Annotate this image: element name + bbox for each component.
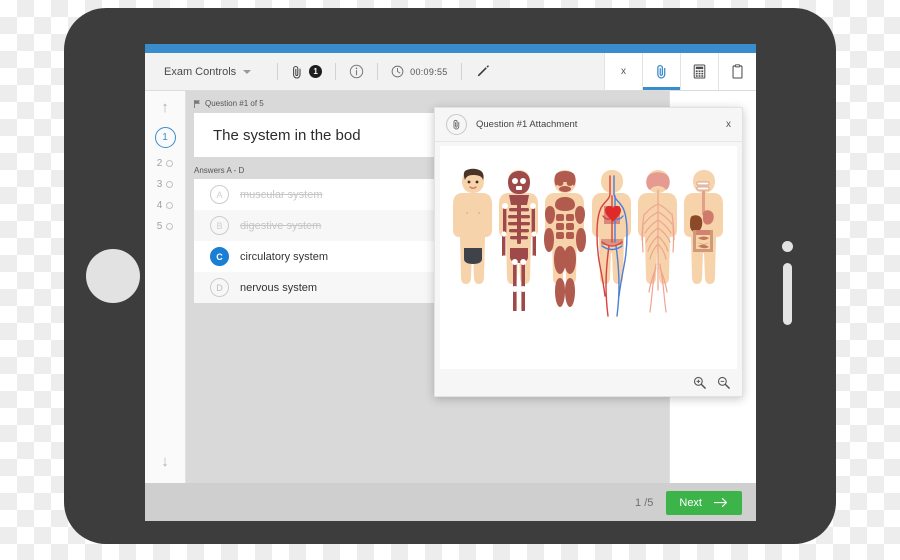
scroll-up-arrow[interactable]: ↑: [161, 100, 169, 115]
answer-bubble: B: [210, 216, 229, 235]
sidebar-item-question-5[interactable]: 5: [157, 221, 174, 232]
pencil-icon: [477, 65, 489, 77]
question-status-dot: [166, 160, 174, 167]
answer-bubble: C: [210, 247, 229, 266]
paperclip-icon-badge: [446, 114, 467, 135]
sidebar-item-question-1[interactable]: 1: [154, 127, 176, 148]
question-status-dot: [166, 202, 174, 209]
sidebar-item-question-2[interactable]: 2: [157, 158, 174, 169]
question-number-label: 5: [156, 221, 163, 232]
question-navigation-rail: ↑ 1 2 3 4 5 ↓: [145, 91, 186, 483]
attachment-indicator[interactable]: 1: [278, 65, 335, 79]
zoom-in-icon[interactable]: [693, 376, 706, 389]
question-number-list: 1 2 3 4 5: [154, 127, 176, 232]
attachment-tool-tab[interactable]: [642, 53, 680, 90]
question-text: The system in the bod: [213, 126, 361, 144]
attachment-image-viewport: [440, 146, 737, 369]
attachment-modal-title: Question #1 Attachment: [476, 119, 578, 130]
next-button-label: Next: [679, 496, 702, 509]
attachment-modal-header: Question #1 Attachment x: [435, 108, 742, 142]
status-bar: [145, 44, 756, 53]
nervous-system-figure: [637, 170, 677, 313]
exam-timer: 00:09:55: [378, 65, 460, 78]
answer-bubble: D: [210, 278, 229, 297]
exam-controls-menu[interactable]: Exam Controls: [145, 65, 252, 78]
page-indicator: 1 /5: [635, 496, 654, 509]
tablet-camera-dot: [782, 241, 793, 252]
info-button[interactable]: [336, 64, 377, 79]
tablet-side-button[interactable]: [783, 263, 792, 325]
exam-footer: 1 /5 Next: [145, 483, 756, 521]
answer-text: muscular system: [240, 188, 323, 201]
question-number-label: 2: [156, 158, 163, 169]
question-status-dot: [166, 223, 174, 230]
anatomy-systems-illustration: [440, 168, 737, 318]
calculator-icon: [693, 64, 706, 79]
arrow-right-icon: [714, 498, 728, 507]
flag-icon: [194, 99, 200, 108]
human-body-figure: [453, 168, 493, 284]
skeletal-system-figure: [499, 170, 539, 315]
circulatory-system-figure: [591, 170, 631, 317]
zoom-out-icon[interactable]: [717, 376, 730, 389]
paperclip-icon: [453, 120, 460, 130]
answer-text: nervous system: [240, 281, 318, 294]
paperclip-icon: [657, 64, 666, 79]
calculator-tool-tab[interactable]: [680, 53, 718, 90]
notes-tool-tab[interactable]: [718, 53, 756, 90]
scroll-down-arrow[interactable]: ↓: [161, 453, 169, 470]
muscular-system-figure: [544, 170, 587, 307]
tablet-home-button[interactable]: [86, 249, 140, 303]
strikeout-tool-tab[interactable]: x: [604, 53, 642, 90]
close-icon[interactable]: x: [726, 119, 731, 130]
sidebar-item-question-4[interactable]: 4: [157, 200, 174, 211]
toolbar-tool-group: 1 00:09:55: [277, 63, 502, 80]
strikeout-tool-label: x: [621, 66, 626, 77]
highlighter-button[interactable]: [462, 64, 503, 79]
tablet-device-frame: Exam Controls 1 00:09:55 x ↑ 1 2 3 4 5 ↓…: [64, 8, 836, 544]
answer-text: digestive system: [240, 219, 322, 232]
sidebar-item-question-3[interactable]: 3: [157, 179, 174, 190]
digestive-system-figure: [683, 170, 723, 284]
question-number-label: 1: [162, 132, 168, 143]
chevron-down-icon: [243, 69, 252, 74]
question-number-label: 4: [156, 200, 163, 211]
answer-text: circulatory system: [240, 250, 329, 263]
answer-bubble: A: [210, 185, 229, 204]
tool-panel-tabs: x: [604, 53, 756, 90]
question-header-label: Question #1 of 5: [205, 99, 264, 108]
question-number-label: 3: [156, 179, 163, 190]
next-button[interactable]: Next: [666, 490, 742, 515]
timer-value: 00:09:55: [410, 66, 448, 77]
app-toolbar: Exam Controls 1 00:09:55 x: [145, 53, 756, 91]
exam-controls-label: Exam Controls: [164, 65, 237, 78]
scroll-down-arrow-wrap: ↓: [145, 453, 185, 471]
tablet-screen: Exam Controls 1 00:09:55 x ↑ 1 2 3 4 5 ↓…: [145, 44, 756, 521]
attachment-count-badge: 1: [309, 65, 323, 78]
question-status-dot: [166, 181, 174, 188]
info-icon: [349, 64, 364, 79]
attachment-modal-footer: [435, 369, 742, 396]
attachment-modal: Question #1 Attachment x: [434, 107, 743, 397]
clipboard-icon: [732, 64, 743, 79]
paperclip-icon: [293, 65, 301, 78]
clock-icon: [391, 65, 404, 78]
